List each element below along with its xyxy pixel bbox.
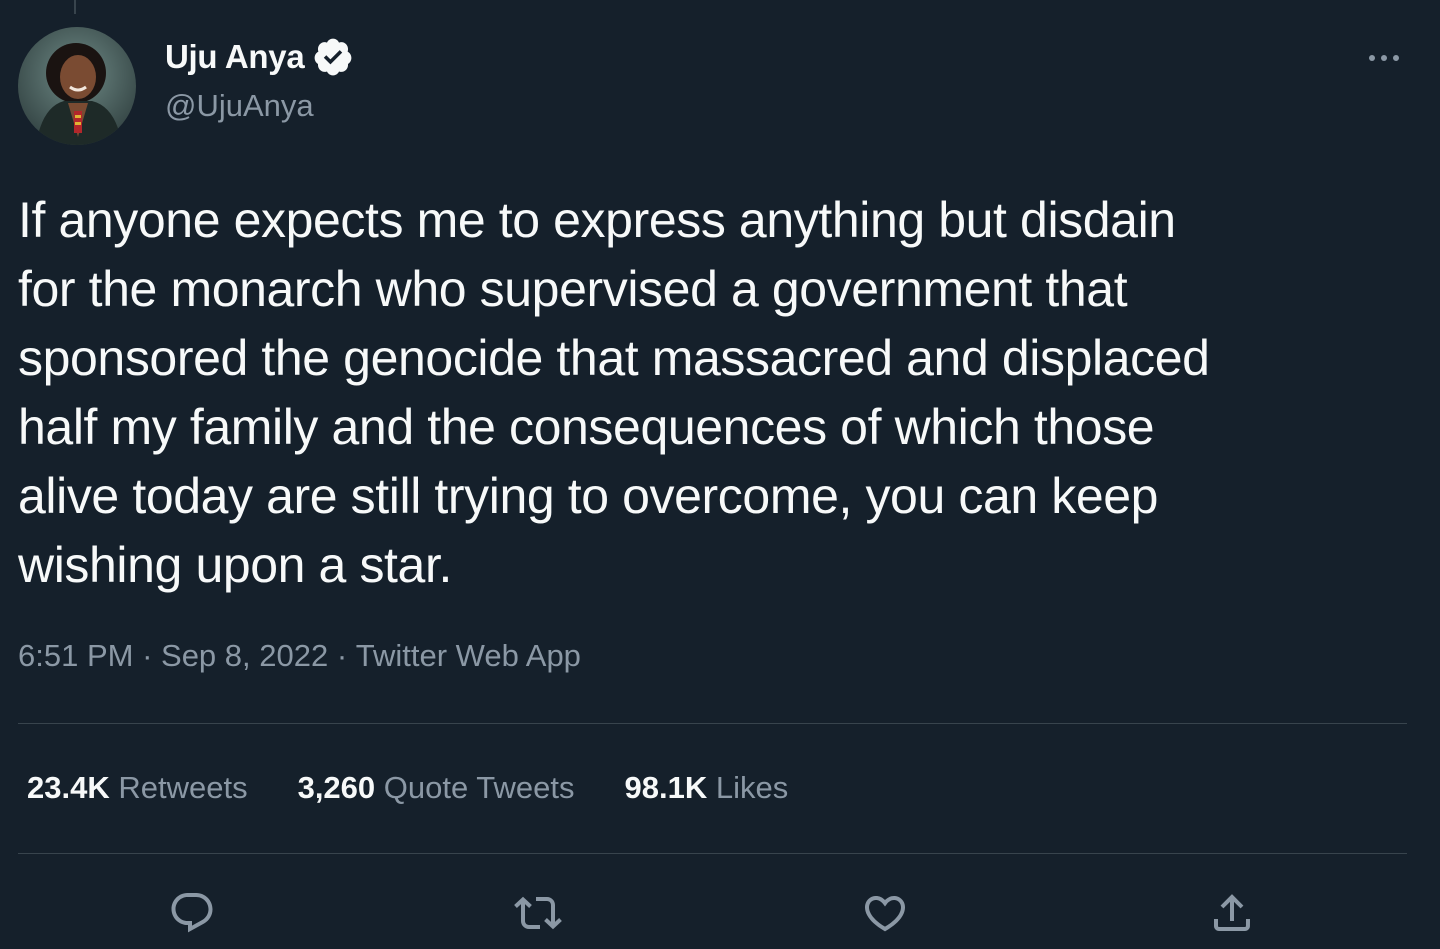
likes-stat[interactable]: 98.1K Likes: [624, 770, 788, 806]
tweet-stats: 23.4K Retweets 3,260 Quote Tweets 98.1K …: [27, 770, 788, 806]
retweets-label: Retweets: [109, 770, 248, 805]
quote-tweets-label: Quote Tweets: [375, 770, 575, 805]
reply-button[interactable]: [164, 885, 220, 941]
share-button[interactable]: [1204, 885, 1260, 941]
profile-photo: [18, 27, 136, 145]
likes-count: 98.1K: [624, 770, 708, 805]
likes-label: Likes: [707, 770, 789, 805]
tweet-time[interactable]: 6:51 PM: [18, 638, 133, 674]
meta-separator: ·: [133, 638, 162, 673]
tweet-source[interactable]: Twitter Web App: [356, 638, 581, 674]
user-name-row: Uju Anya: [165, 36, 354, 78]
tweet-metadata: 6:51 PM · Sep 8, 2022 · Twitter Web App: [18, 638, 581, 674]
display-name[interactable]: Uju Anya: [165, 38, 305, 76]
tweet-date[interactable]: Sep 8, 2022: [161, 638, 328, 674]
verified-badge-icon: [315, 38, 352, 76]
thread-connector-line: [74, 0, 76, 14]
retweets-count: 23.4K: [27, 770, 110, 805]
quote-tweets-stat[interactable]: 3,260 Quote Tweets: [298, 770, 575, 806]
tweet-text: If anyone expects me to express anything…: [18, 192, 1210, 593]
more-dot-icon: [1381, 55, 1387, 61]
like-icon: [864, 896, 906, 932]
divider: [18, 853, 1407, 854]
retweet-icon: [514, 896, 562, 930]
meta-separator: ·: [328, 638, 356, 673]
like-button[interactable]: [857, 885, 913, 941]
retweet-button[interactable]: [510, 885, 566, 941]
more-dot-icon: [1393, 55, 1399, 61]
divider: [18, 723, 1407, 724]
reply-icon: [171, 893, 213, 933]
share-icon: [1214, 894, 1250, 931]
quote-tweets-count: 3,260: [297, 770, 376, 805]
more-options-button[interactable]: [1354, 38, 1414, 78]
avatar[interactable]: [18, 27, 136, 145]
user-handle[interactable]: @UjuAnya: [165, 88, 314, 124]
more-dot-icon: [1369, 55, 1375, 61]
retweets-stat[interactable]: 23.4K Retweets: [27, 770, 248, 806]
